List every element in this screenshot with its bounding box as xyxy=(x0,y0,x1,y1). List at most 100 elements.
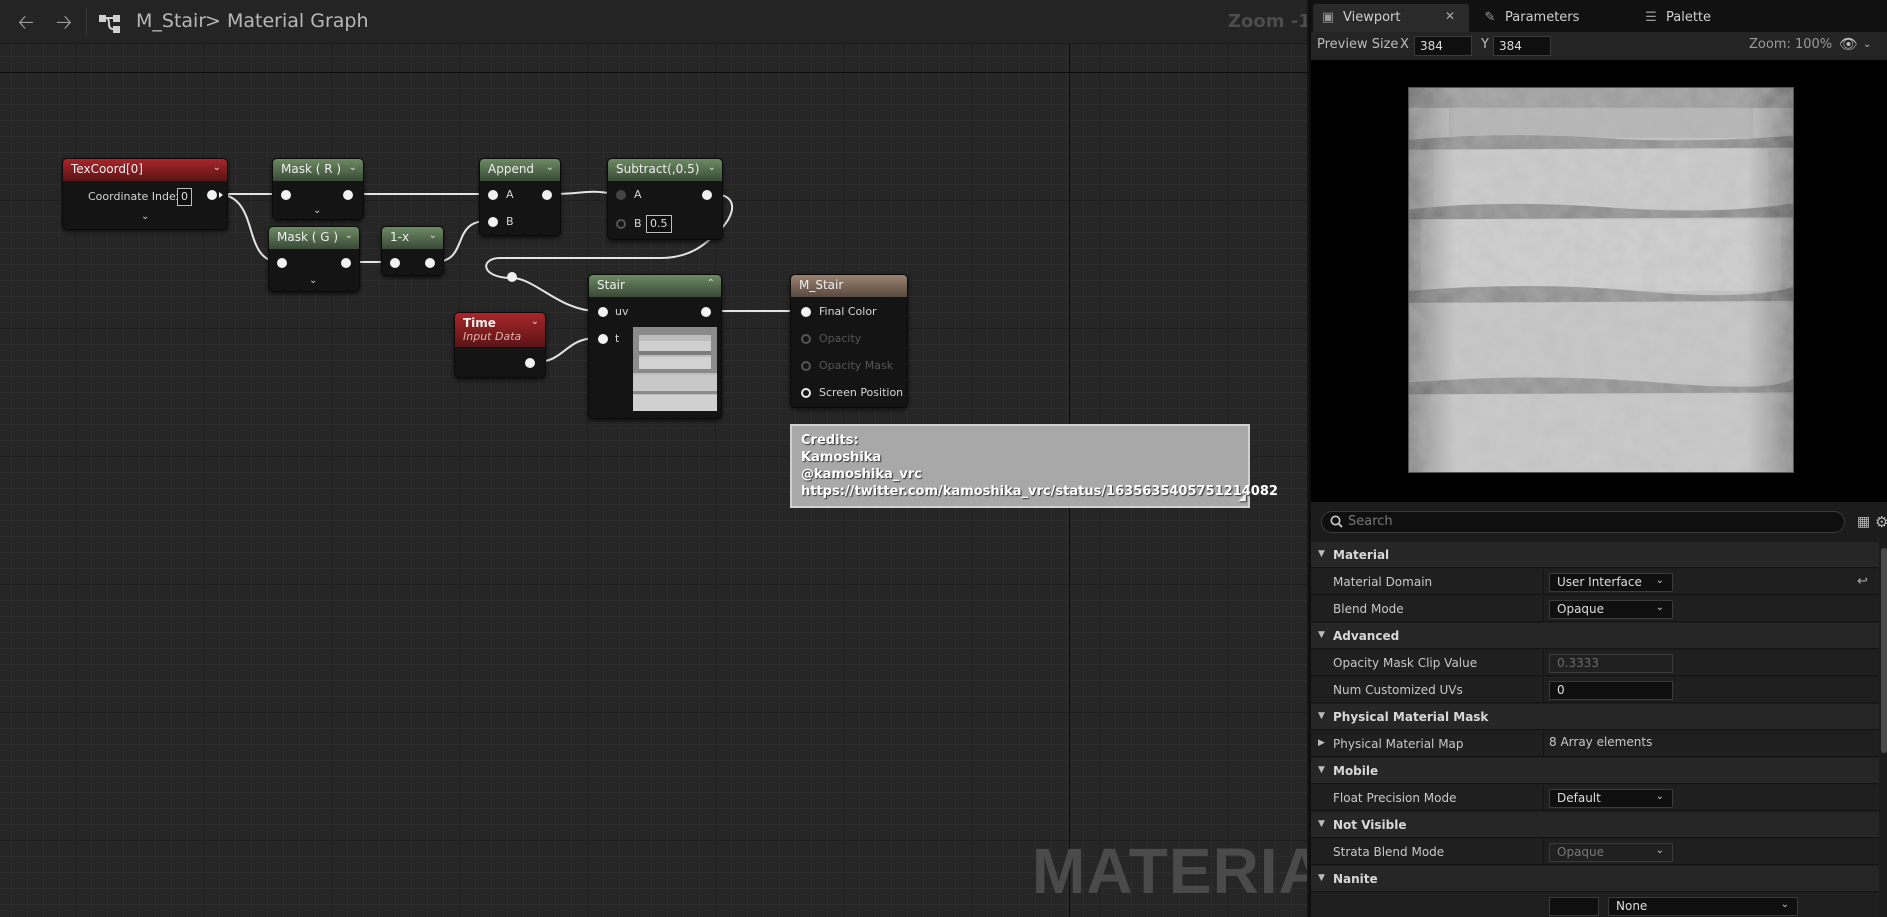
input-pin-opacity[interactable] xyxy=(801,334,811,344)
input-pin-t[interactable] xyxy=(598,334,608,344)
collapse-triangle-icon[interactable]: ▼ xyxy=(1318,819,1325,829)
node-append[interactable]: Append ⌄ A B xyxy=(479,158,561,236)
node-mask-r[interactable]: Mask ( R ) ⌄ ⌄ xyxy=(272,158,364,220)
details-category[interactable]: ▼ Not Visible xyxy=(1311,812,1879,838)
input-pin-a[interactable] xyxy=(616,190,626,200)
node-append-header[interactable]: Append ⌄ xyxy=(480,159,560,181)
reset-to-default-icon[interactable]: ↩ xyxy=(1857,574,1868,589)
output-pin[interactable] xyxy=(425,258,435,268)
input-pin-final-color[interactable] xyxy=(801,307,811,317)
table-icon[interactable]: ▦ xyxy=(1857,514,1870,530)
pin-b-label: B xyxy=(634,217,642,230)
node-texcoord-header[interactable]: TexCoord[0] ⌄ xyxy=(63,159,227,181)
output-pin[interactable] xyxy=(341,258,351,268)
collapse-triangle-icon[interactable]: ▼ xyxy=(1318,711,1325,721)
close-icon[interactable]: ✕ xyxy=(1445,9,1455,23)
node-one-minus[interactable]: 1-x ⌄ xyxy=(381,226,444,276)
property-color-swatch[interactable] xyxy=(1549,897,1599,916)
panel-tabs: ▣ Viewport ✕ ✎ Parameters ☰ Palette xyxy=(1311,0,1887,32)
comment-line: Kamoshika xyxy=(801,450,882,465)
node-time-header[interactable]: Time Input Data ⌄ xyxy=(455,313,545,347)
input-pin[interactable] xyxy=(277,258,287,268)
output-pin[interactable] xyxy=(701,307,711,317)
chevron-down-icon[interactable]: ⌄ xyxy=(546,162,554,173)
details-category[interactable]: ▼ Advanced xyxy=(1311,623,1879,649)
tab-palette[interactable]: ☰ Palette xyxy=(1636,4,1719,32)
node-stair-header[interactable]: Stair ⌃ xyxy=(589,275,721,297)
output-pin[interactable] xyxy=(207,190,217,200)
details-category[interactable]: ▼ Nanite xyxy=(1311,866,1879,892)
input-pin-b[interactable] xyxy=(488,217,498,227)
node-mask-g[interactable]: Mask ( G ) ⌄ ⌄ xyxy=(268,226,360,292)
node-result[interactable]: M_Stair Final Color Opacity Opacity Mask… xyxy=(790,274,908,408)
expand-chevron-icon[interactable]: ⌄ xyxy=(309,275,317,286)
node-one-minus-header[interactable]: 1-x ⌄ xyxy=(382,227,443,249)
resize-grip-icon[interactable]: ◢ xyxy=(1238,489,1246,506)
node-subtract-header[interactable]: Subtract(,0.5) ⌄ xyxy=(608,159,722,181)
material-viewport[interactable] xyxy=(1311,60,1887,502)
output-pin[interactable] xyxy=(525,358,535,368)
details-category[interactable]: ▼ Physical Material Mask xyxy=(1311,704,1879,730)
expand-triangle-icon[interactable]: ▶ xyxy=(1318,738,1325,748)
node-mask-g-header[interactable]: Mask ( G ) ⌄ xyxy=(269,227,359,249)
chevron-down-icon[interactable]: ⌄ xyxy=(531,316,539,327)
input-pin[interactable] xyxy=(390,258,400,268)
expand-chevron-icon[interactable]: ⌄ xyxy=(141,211,149,222)
gear-icon[interactable]: ⚙ xyxy=(1875,513,1887,531)
chevron-down-icon[interactable]: ⌄ xyxy=(349,162,357,173)
output-pin[interactable] xyxy=(702,190,712,200)
chevron-down-icon[interactable]: ⌄ xyxy=(213,162,221,173)
property-dropdown[interactable]: None ⌄ xyxy=(1608,897,1798,916)
column-divider[interactable] xyxy=(1543,569,1544,595)
details-search-input[interactable]: Search xyxy=(1321,511,1845,533)
column-divider[interactable] xyxy=(1543,731,1544,757)
node-texcoord[interactable]: TexCoord[0] ⌄ Coordinate Index 0 ⌄ xyxy=(62,158,228,230)
tab-parameters[interactable]: ✎ Parameters xyxy=(1475,4,1587,32)
property-dropdown[interactable]: Default ⌄ xyxy=(1549,789,1673,808)
node-subtract[interactable]: Subtract(,0.5) ⌄ A B 0.5 xyxy=(607,158,723,240)
chevron-down-icon[interactable]: ⌄ xyxy=(429,230,437,241)
input-pin[interactable] xyxy=(281,190,291,200)
collapse-triangle-icon[interactable]: ▼ xyxy=(1318,630,1325,640)
chevron-down-icon[interactable]: ⌄ xyxy=(345,230,353,241)
chevron-up-icon[interactable]: ⌃ xyxy=(707,278,715,289)
property-dropdown[interactable]: User Interface ⌄ xyxy=(1549,573,1673,592)
node-stair[interactable]: Stair ⌃ uv t xyxy=(588,274,722,419)
output-pin[interactable] xyxy=(343,190,353,200)
chevron-down-icon[interactable]: ⌄ xyxy=(1863,39,1871,50)
coordinate-index-input[interactable]: 0 xyxy=(177,188,192,206)
column-divider[interactable] xyxy=(1543,839,1544,865)
node-mask-g-title: Mask ( G ) xyxy=(277,230,339,244)
input-pin-a[interactable] xyxy=(488,190,498,200)
collapse-triangle-icon[interactable]: ▼ xyxy=(1318,549,1325,559)
material-graph-canvas[interactable]: 🡠 🡢 M_Stair > Material Graph Zoom -1 Tex… xyxy=(0,0,1307,917)
node-mask-r-title: Mask ( R ) xyxy=(281,162,342,176)
credits-comment-box[interactable]: Credits: Kamoshika @kamoshika_vrc https:… xyxy=(790,424,1278,508)
details-category[interactable]: ▼ Mobile xyxy=(1311,758,1879,784)
eye-icon[interactable]: 👁 xyxy=(1839,35,1858,53)
subtract-b-input[interactable]: 0.5 xyxy=(646,215,672,233)
property-dropdown[interactable]: Opaque ⌄ xyxy=(1549,600,1673,619)
input-pin-screen-position[interactable] xyxy=(801,388,811,398)
column-divider[interactable] xyxy=(1543,596,1544,622)
pin-final-color-label: Final Color xyxy=(819,305,877,318)
collapse-triangle-icon[interactable]: ▼ xyxy=(1318,873,1325,883)
details-category[interactable]: ▼ Material xyxy=(1311,542,1879,568)
input-pin-uv[interactable] xyxy=(598,307,608,317)
property-number-input[interactable]: 0 xyxy=(1549,681,1673,700)
column-divider[interactable] xyxy=(1543,785,1544,811)
expand-chevron-icon[interactable]: ⌄ xyxy=(313,205,321,216)
node-mask-r-header[interactable]: Mask ( R ) ⌄ xyxy=(273,159,363,181)
column-divider[interactable] xyxy=(1543,677,1544,703)
input-pin-b[interactable] xyxy=(616,219,626,229)
node-result-header[interactable]: M_Stair xyxy=(791,275,907,297)
collapse-triangle-icon[interactable]: ▼ xyxy=(1318,765,1325,775)
preview-y-input[interactable]: 384 xyxy=(1493,36,1551,56)
chevron-down-icon[interactable]: ⌄ xyxy=(708,162,716,173)
input-pin-opacity-mask[interactable] xyxy=(801,361,811,371)
node-time[interactable]: Time Input Data ⌄ xyxy=(454,312,546,378)
details-scrollbar[interactable] xyxy=(1881,548,1887,753)
column-divider[interactable] xyxy=(1543,650,1544,676)
preview-x-input[interactable]: 384 xyxy=(1414,36,1472,56)
output-pin[interactable] xyxy=(542,190,552,200)
